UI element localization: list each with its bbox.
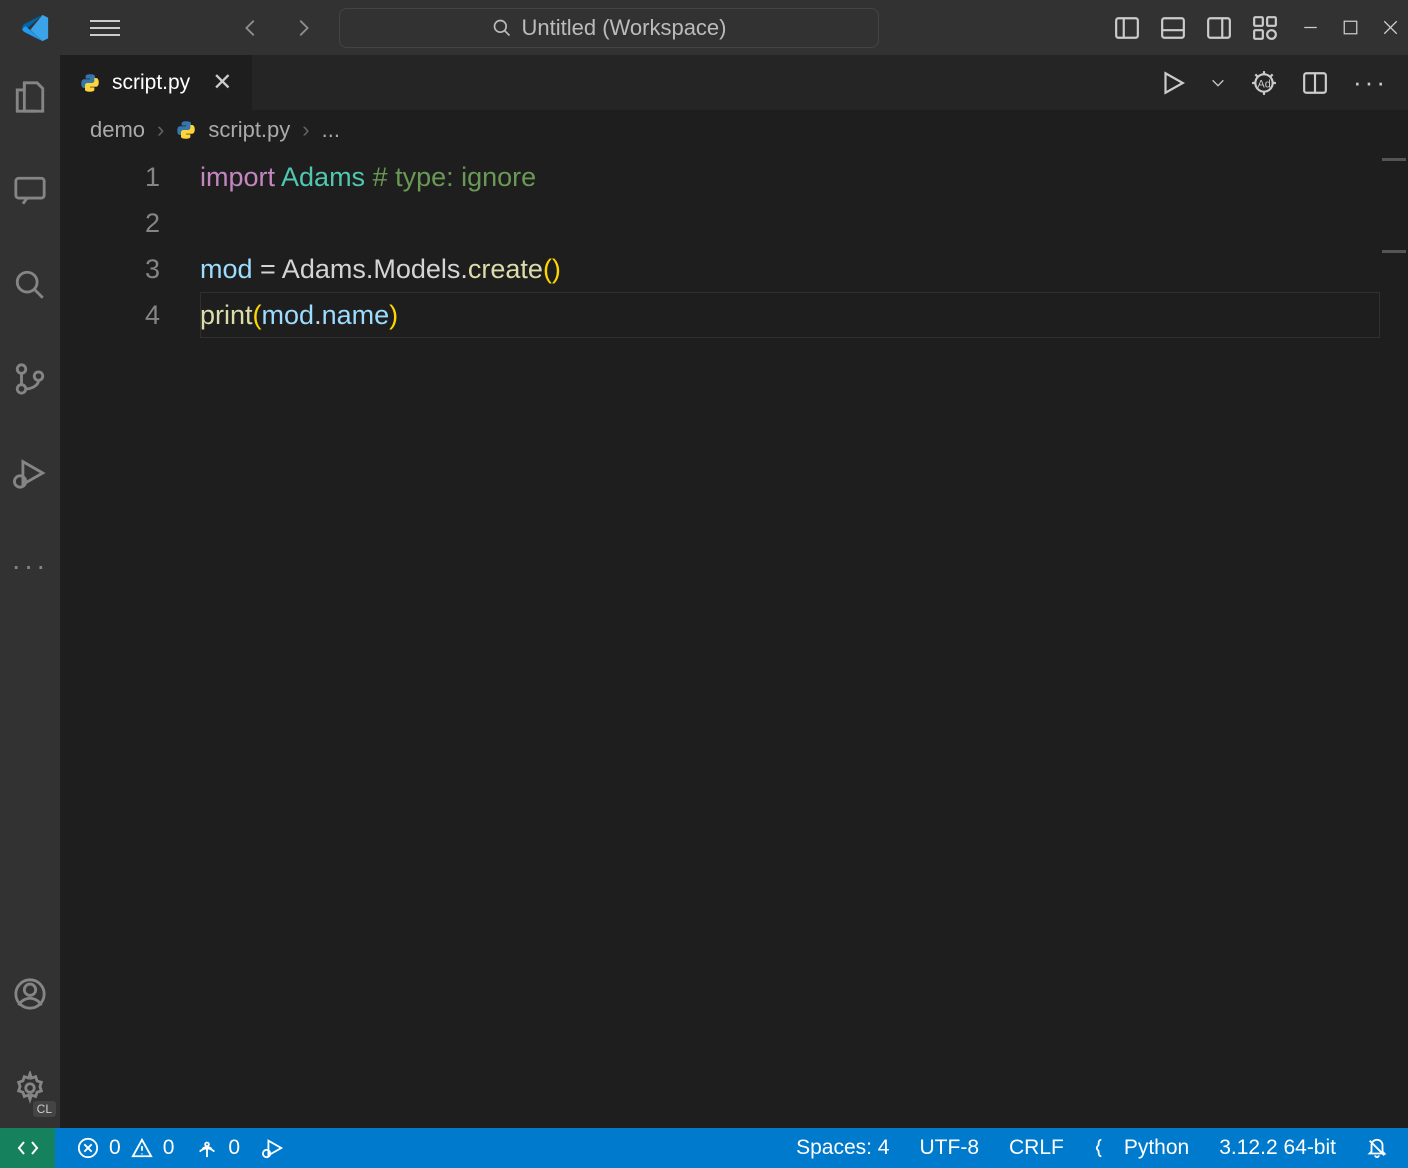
- tab-bar: script.py ✕ Ad ···: [60, 55, 1408, 110]
- command-center[interactable]: Untitled (Workspace): [339, 8, 879, 48]
- window-maximize-icon[interactable]: [1343, 20, 1358, 35]
- status-bar: 0 0 0 Spaces: 4 UTF-8 CRLF Python 3.12.2…: [0, 1128, 1408, 1168]
- nav-back-icon[interactable]: [240, 17, 262, 39]
- run-dropdown-icon[interactable]: [1210, 70, 1226, 96]
- braces-icon: [1094, 1137, 1116, 1159]
- breadcrumb[interactable]: demo › script.py › ...: [60, 110, 1408, 150]
- code-content[interactable]: import Adams # type: ignore mod = Adams.…: [200, 150, 561, 1128]
- breadcrumb-tail[interactable]: ...: [322, 117, 340, 143]
- remote-button[interactable]: [0, 1128, 55, 1168]
- debug-icon: [262, 1137, 284, 1159]
- encoding-status[interactable]: UTF-8: [920, 1136, 980, 1160]
- chevron-right-icon: ›: [157, 117, 164, 143]
- tab-script-py[interactable]: script.py ✕: [60, 55, 252, 110]
- language-status[interactable]: Python: [1094, 1136, 1189, 1160]
- code-editor[interactable]: 1 2 3 4 import Adams # type: ignore mod …: [60, 150, 1408, 1128]
- debug-status[interactable]: [262, 1137, 284, 1159]
- layout-customize-icon[interactable]: [1252, 15, 1278, 41]
- error-icon: [77, 1137, 99, 1159]
- window-close-icon[interactable]: [1383, 20, 1398, 35]
- chat-icon[interactable]: [13, 174, 47, 208]
- editor-more-icon[interactable]: ···: [1353, 67, 1388, 98]
- line-number-gutter: 1 2 3 4: [60, 150, 200, 1128]
- source-control-icon[interactable]: [13, 362, 47, 396]
- python-file-icon: [80, 73, 100, 93]
- layout-panel-icon[interactable]: [1160, 15, 1186, 41]
- minimap[interactable]: [1380, 150, 1408, 1128]
- activity-bar: ··· CL: [0, 55, 60, 1128]
- split-editor-icon[interactable]: [1302, 70, 1328, 96]
- warning-icon: [131, 1137, 153, 1159]
- vscode-logo-icon: [20, 13, 50, 43]
- tab-close-icon[interactable]: ✕: [212, 68, 232, 97]
- accounts-icon[interactable]: [13, 977, 47, 1011]
- command-center-text: Untitled (Workspace): [522, 15, 727, 41]
- svg-text:Ad: Ad: [1258, 78, 1271, 90]
- search-icon: [492, 18, 512, 38]
- eol-status[interactable]: CRLF: [1009, 1136, 1064, 1160]
- indent-status[interactable]: Spaces: 4: [796, 1136, 889, 1160]
- breadcrumb-folder[interactable]: demo: [90, 117, 145, 143]
- nav-forward-icon[interactable]: [292, 17, 314, 39]
- debug-ad-icon[interactable]: Ad: [1251, 70, 1277, 96]
- interpreter-status[interactable]: 3.12.2 64-bit: [1219, 1136, 1336, 1160]
- settings-badge: CL: [33, 1101, 56, 1117]
- layout-sidebar-right-icon[interactable]: [1206, 15, 1232, 41]
- chevron-right-icon: ›: [302, 117, 309, 143]
- run-file-icon[interactable]: [1159, 70, 1185, 96]
- ports-status[interactable]: 0: [196, 1136, 240, 1160]
- explorer-icon[interactable]: [13, 80, 47, 114]
- breadcrumb-file[interactable]: script.py: [208, 117, 290, 143]
- radio-tower-icon: [196, 1137, 218, 1159]
- menu-button[interactable]: [90, 13, 120, 43]
- search-activity-icon[interactable]: [13, 268, 47, 302]
- titlebar: Untitled (Workspace): [0, 0, 1408, 55]
- window-minimize-icon[interactable]: [1303, 20, 1318, 35]
- run-debug-icon[interactable]: [13, 456, 47, 490]
- settings-gear-icon[interactable]: [13, 1071, 47, 1105]
- problems-status[interactable]: 0 0: [77, 1136, 174, 1160]
- tab-label: script.py: [112, 71, 190, 95]
- notifications-icon[interactable]: [1366, 1137, 1388, 1159]
- activity-overflow-icon[interactable]: ···: [12, 550, 49, 582]
- layout-sidebar-left-icon[interactable]: [1114, 15, 1140, 41]
- python-file-icon: [176, 120, 196, 140]
